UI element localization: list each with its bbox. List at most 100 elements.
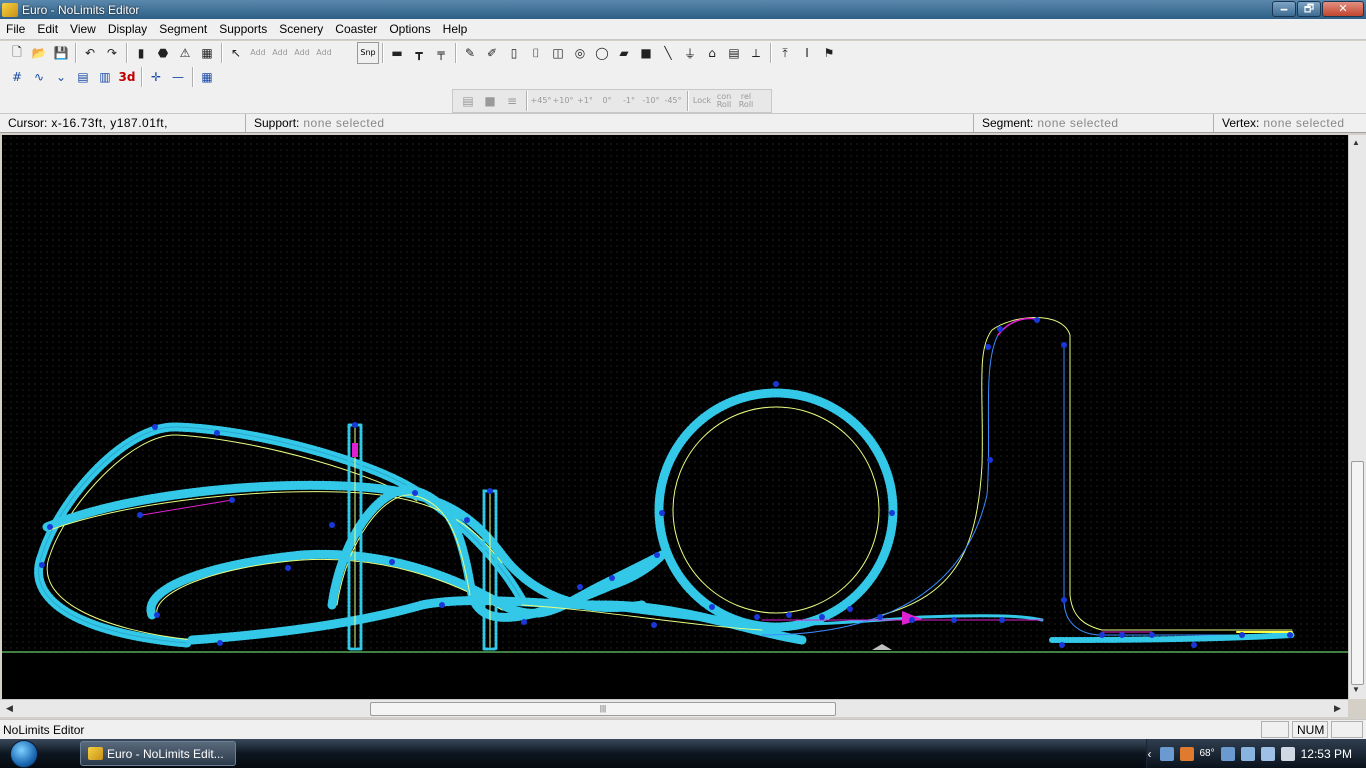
open-folder-icon[interactable]: 📂 <box>28 42 50 64</box>
roll-4-button[interactable]: -1° <box>618 90 640 112</box>
vertex[interactable] <box>464 517 470 523</box>
select-arrow-icon[interactable]: ↖ <box>225 42 247 64</box>
train-icon[interactable]: ▤ <box>72 66 94 88</box>
new-file-icon[interactable]: 🗋 <box>6 42 28 64</box>
menu-coaster[interactable]: Coaster <box>329 22 383 36</box>
vertex[interactable] <box>786 612 792 618</box>
cylinder-icon[interactable]: ⌷ <box>525 42 547 64</box>
vertex[interactable] <box>847 606 853 612</box>
vertex[interactable] <box>352 422 358 428</box>
undo-icon[interactable]: ↶ <box>79 42 101 64</box>
start-button[interactable] <box>2 739 46 768</box>
roll-2-button[interactable]: +1° <box>574 90 596 112</box>
roll-0-button[interactable]: +45° <box>530 90 552 112</box>
wave-icon[interactable]: ∿ <box>28 66 50 88</box>
lift-icon[interactable]: ⤒ <box>774 42 796 64</box>
vertex[interactable] <box>229 497 235 503</box>
vertex[interactable] <box>1059 642 1065 648</box>
vertex[interactable] <box>1061 342 1067 348</box>
save-icon[interactable]: 💾 <box>50 42 72 64</box>
building-icon[interactable]: ▤ <box>723 42 745 64</box>
vertex[interactable] <box>951 617 957 623</box>
scroll-left-arrow[interactable]: ◀ <box>6 703 13 714</box>
snap-icon[interactable]: Snp <box>357 42 379 64</box>
vertex[interactable] <box>609 575 615 581</box>
crossbar-icon[interactable]: ╤ <box>430 42 452 64</box>
vertex[interactable] <box>997 326 1003 332</box>
vertex[interactable] <box>1119 632 1125 638</box>
vertex[interactable] <box>1191 642 1197 648</box>
train-view-icon[interactable]: ▥ <box>94 66 116 88</box>
pencil-icon[interactable]: ✎ <box>459 42 481 64</box>
add-connector-icon[interactable]: Add <box>313 42 335 64</box>
film-icon[interactable]: ▦ <box>196 42 218 64</box>
clock[interactable]: 12:53 PM <box>1301 747 1352 761</box>
vertex[interactable] <box>1149 632 1155 638</box>
volume-icon[interactable] <box>1280 746 1295 761</box>
menu-scenery[interactable]: Scenery <box>273 22 329 36</box>
display-icon[interactable] <box>1220 746 1235 761</box>
lan-icon[interactable] <box>1260 746 1275 761</box>
grid-icon[interactable]: # <box>6 66 28 88</box>
double-pencil-icon[interactable]: ✐ <box>481 42 503 64</box>
vertex[interactable] <box>877 614 883 620</box>
restore-button[interactable]: 🗗 <box>1297 1 1321 17</box>
vertex[interactable] <box>1287 632 1293 638</box>
vertex[interactable] <box>1061 597 1067 603</box>
grey-box-icon[interactable]: ■ <box>479 90 501 112</box>
add-footer-icon[interactable] <box>335 42 357 64</box>
minus-icon[interactable]: — <box>167 66 189 88</box>
menu-segment[interactable]: Segment <box>153 22 213 36</box>
vertex[interactable] <box>39 562 45 568</box>
scroll-right-arrow[interactable]: ▶ <box>1334 703 1341 714</box>
tower-icon[interactable]: ⏚ <box>679 42 701 64</box>
threed-icon[interactable]: 3d <box>116 66 138 88</box>
vertex[interactable] <box>654 552 660 558</box>
vertex[interactable] <box>439 602 445 608</box>
vertex[interactable] <box>999 617 1005 623</box>
vertex[interactable] <box>577 584 583 590</box>
vertex[interactable] <box>909 617 915 623</box>
vertical-loop[interactable] <box>654 388 898 632</box>
track-view[interactable] <box>2 135 1348 699</box>
menu-display[interactable]: Display <box>102 22 153 36</box>
car-icon[interactable]: ▬ <box>386 42 408 64</box>
scroll-down-arrow[interactable]: ▼ <box>1352 685 1360 694</box>
add-support-icon[interactable]: Add <box>291 42 313 64</box>
redo-icon[interactable]: ↷ <box>101 42 123 64</box>
vertex[interactable] <box>154 612 160 618</box>
coaster-track[interactable] <box>34 317 1295 651</box>
vertex[interactable] <box>659 510 665 516</box>
vertex[interactable] <box>987 457 993 463</box>
taskbar-item-nolimits[interactable]: Euro - NoLimits Edit... <box>80 741 236 766</box>
vertex[interactable] <box>412 490 418 496</box>
crane-icon[interactable]: ⟂ <box>745 42 767 64</box>
menu-file[interactable]: File <box>0 22 31 36</box>
map-icon[interactable]: ▦ <box>196 66 218 88</box>
warning-icon[interactable]: ⚠ <box>174 42 196 64</box>
drum-icon[interactable]: ◎ <box>569 42 591 64</box>
selected-segment[interactable] <box>997 317 1038 336</box>
editor-canvas[interactable] <box>2 135 1348 699</box>
roll-3-button[interactable]: 0° <box>596 90 618 112</box>
menu-help[interactable]: Help <box>437 22 474 36</box>
vertical-scrollbar[interactable]: ▲ ▼ <box>1348 135 1366 699</box>
add-segment-icon[interactable]: Add <box>269 42 291 64</box>
menu-options[interactable]: Options <box>383 22 436 36</box>
vertex[interactable] <box>819 614 825 620</box>
dip-icon[interactable]: ⌄ <box>50 66 72 88</box>
column-icon[interactable]: Ⅰ <box>796 42 818 64</box>
vertex[interactable] <box>285 565 291 571</box>
add-vertex-icon[interactable]: Add <box>247 42 269 64</box>
align-icon[interactable]: ≡ <box>501 90 523 112</box>
menu-view[interactable]: View <box>64 22 102 36</box>
vertex[interactable] <box>521 619 527 625</box>
vertex[interactable] <box>985 344 991 350</box>
table-icon[interactable]: ▤ <box>457 90 479 112</box>
menu-edit[interactable]: Edit <box>31 22 64 36</box>
menu-supports[interactable]: Supports <box>213 22 273 36</box>
scroll-up-arrow[interactable]: ▲ <box>1352 138 1360 147</box>
lock-button[interactable]: Lock <box>691 90 713 112</box>
vertex[interactable] <box>1099 632 1105 638</box>
network-icon[interactable] <box>1159 746 1174 761</box>
